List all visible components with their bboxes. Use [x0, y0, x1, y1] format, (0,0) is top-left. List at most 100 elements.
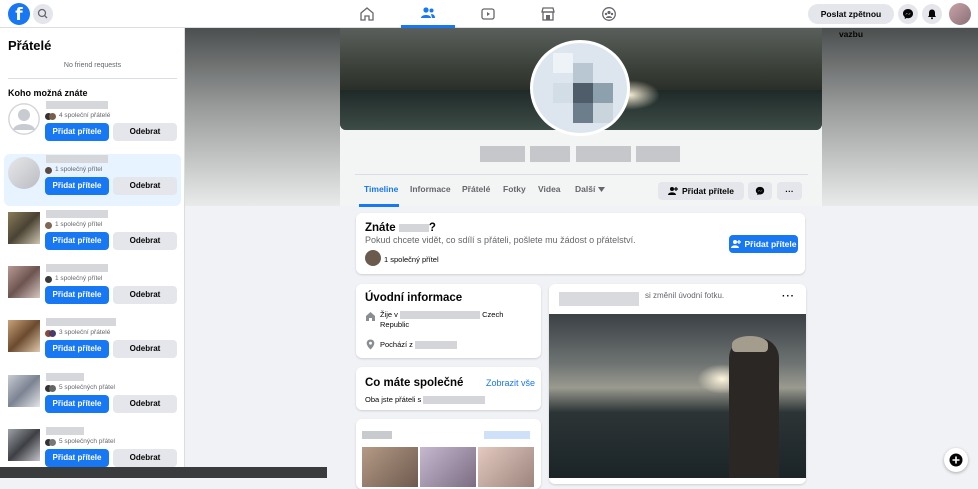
add-friend-button[interactable]: Přidat přítele	[45, 232, 109, 250]
friends-icon	[421, 6, 435, 18]
active-tab-indicator	[359, 204, 399, 207]
suggestions-heading: Koho možná znáte	[8, 88, 88, 98]
profile-picture[interactable]	[530, 40, 630, 136]
photos-card	[356, 419, 541, 489]
message-button[interactable]	[748, 182, 772, 200]
person-name-blurred[interactable]	[46, 427, 84, 435]
see-all-link[interactable]: Zobrazit vše	[486, 378, 535, 388]
cover-backdrop-left	[185, 28, 340, 206]
new-message-button[interactable]	[944, 448, 968, 472]
remove-button[interactable]: Odebrat	[113, 286, 177, 304]
intro-card: Úvodní informace Žije v Czech Republic P…	[356, 284, 541, 358]
tab-videos[interactable]: Videa	[538, 184, 561, 194]
add-friend-label: Přidat přítele	[744, 239, 797, 249]
remove-button[interactable]: Odebrat	[113, 395, 177, 413]
avatar[interactable]	[8, 103, 40, 135]
mutual-friends-count[interactable]: 4 společní přátelé	[59, 112, 110, 119]
do-you-know-title: Znáte ?	[365, 222, 436, 234]
add-friend-button[interactable]: Přidat přítele	[45, 340, 109, 358]
lives-in-country[interactable]: Czech	[482, 310, 503, 319]
add-friend-button[interactable]: Přidat přítele	[45, 123, 109, 141]
nav-tab-watch[interactable]	[461, 0, 515, 28]
from-prefix: Pochází z	[380, 340, 413, 349]
search-button[interactable]	[33, 4, 53, 24]
tab-about[interactable]: Informace	[410, 184, 451, 194]
mutual-friends-count[interactable]: 1 společný přítel	[55, 275, 102, 282]
remove-button[interactable]: Odebrat	[113, 449, 177, 467]
post-image[interactable]	[549, 314, 806, 478]
bell-icon	[928, 9, 936, 20]
avatar[interactable]	[8, 266, 40, 298]
nav-tab-home[interactable]	[340, 0, 394, 28]
nav-tab-marketplace[interactable]	[521, 0, 575, 28]
horizontal-scrollbar[interactable]	[0, 467, 327, 478]
suggestion-item[interactable]: 1 společný přítel Přidat přítele Odebrat	[4, 263, 181, 315]
avatar[interactable]	[8, 212, 40, 244]
person-name-blurred[interactable]	[46, 373, 84, 381]
sidebar-title: Přátelé	[8, 38, 52, 53]
person-name-blurred[interactable]	[46, 155, 108, 163]
photo-thumbnail[interactable]	[362, 447, 418, 487]
avatar[interactable]	[8, 375, 40, 407]
mutual-friends-count[interactable]: 1 společný přítel	[55, 221, 102, 228]
lives-in-country-line2[interactable]: Republic	[380, 320, 409, 329]
suggestion-item[interactable]: 1 společný přítel Přidat přítele Odebrat	[4, 209, 181, 261]
post-author-blurred[interactable]	[559, 292, 639, 306]
tab-more[interactable]: Další	[575, 184, 606, 194]
photo-thumbnail[interactable]	[420, 447, 476, 487]
remove-button[interactable]: Odebrat	[113, 123, 177, 141]
post-menu-button[interactable]: ···	[782, 291, 795, 302]
mutual-friend-count[interactable]: 1 společný přítel	[384, 255, 439, 264]
tab-photos[interactable]: Fotky	[503, 184, 526, 194]
mutual-friend-avatar[interactable]	[365, 250, 381, 266]
in-common-card: Co máte společné Zobrazit vše Oba jste p…	[356, 367, 541, 410]
feedback-button[interactable]: Poslat zpětnou vazbu	[808, 4, 894, 39]
add-friend-button[interactable]: Přidat přítele	[45, 286, 109, 304]
watch-icon	[481, 8, 495, 20]
notifications-button[interactable]	[922, 4, 942, 24]
tab-timeline[interactable]: Timeline	[364, 184, 398, 194]
add-friend-button[interactable]: Přidat přítele	[729, 235, 798, 253]
tab-friends[interactable]: Přátelé	[462, 184, 490, 194]
person-name-blurred[interactable]	[46, 318, 116, 326]
add-friend-button[interactable]: Přidat přítele	[45, 395, 109, 413]
remove-button[interactable]: Odebrat	[113, 177, 177, 195]
remove-button[interactable]: Odebrat	[113, 340, 177, 358]
top-navigation-bar: f Poslat zpětnou vazbu	[0, 0, 978, 39]
remove-button[interactable]: Odebrat	[113, 232, 177, 250]
avatar[interactable]	[8, 320, 40, 352]
add-friend-button[interactable]: Přidat přítele	[45, 177, 109, 195]
mutual-friends-count[interactable]: 3 společní přátelé	[59, 329, 110, 336]
profile-name-blurred	[480, 146, 680, 162]
post-card: si změnil úvodní fotku. ···	[549, 284, 806, 484]
mutual-friends-count[interactable]: 5 společných přátel	[59, 438, 115, 445]
add-friend-button[interactable]: Přidat přítele	[45, 449, 109, 467]
avatar[interactable]	[8, 157, 40, 189]
add-friend-icon	[668, 187, 679, 195]
person-name-blurred[interactable]	[46, 210, 108, 218]
person-name-blurred[interactable]	[46, 101, 108, 109]
mutual-friends-count[interactable]: 5 společných přátel	[59, 384, 115, 391]
search-icon	[37, 8, 48, 19]
photo-thumbnail[interactable]	[478, 447, 534, 487]
home-icon	[360, 7, 374, 21]
suggestion-item[interactable]: 4 společní přátelé Přidat přítele Odebra…	[4, 100, 181, 152]
caret-down-icon	[598, 186, 606, 192]
marketplace-icon	[541, 7, 555, 21]
suggestion-item[interactable]: 5 společných přátel Přidat přítele Odebr…	[4, 372, 181, 424]
default-avatar-icon	[8, 103, 40, 135]
add-friend-button[interactable]: Přidat přítele	[658, 182, 744, 200]
facebook-logo[interactable]: f	[8, 3, 30, 25]
messenger-button[interactable]	[898, 4, 918, 24]
more-options-button[interactable]: ···	[777, 182, 802, 200]
account-avatar[interactable]	[949, 3, 971, 25]
messenger-icon	[903, 9, 913, 19]
person-name-blurred[interactable]	[46, 264, 108, 272]
nav-tab-groups[interactable]	[582, 0, 636, 28]
mutual-friends-count[interactable]: 1 společný přítel	[55, 166, 102, 173]
avatar[interactable]	[8, 429, 40, 461]
nav-tab-friends[interactable]	[401, 0, 455, 28]
suggestion-item[interactable]: 3 společní přátelé Přidat přítele Odebra…	[4, 317, 181, 369]
plus-icon	[949, 453, 963, 467]
suggestion-item[interactable]: 1 společný přítel Přidat přítele Odebrat	[4, 154, 181, 206]
